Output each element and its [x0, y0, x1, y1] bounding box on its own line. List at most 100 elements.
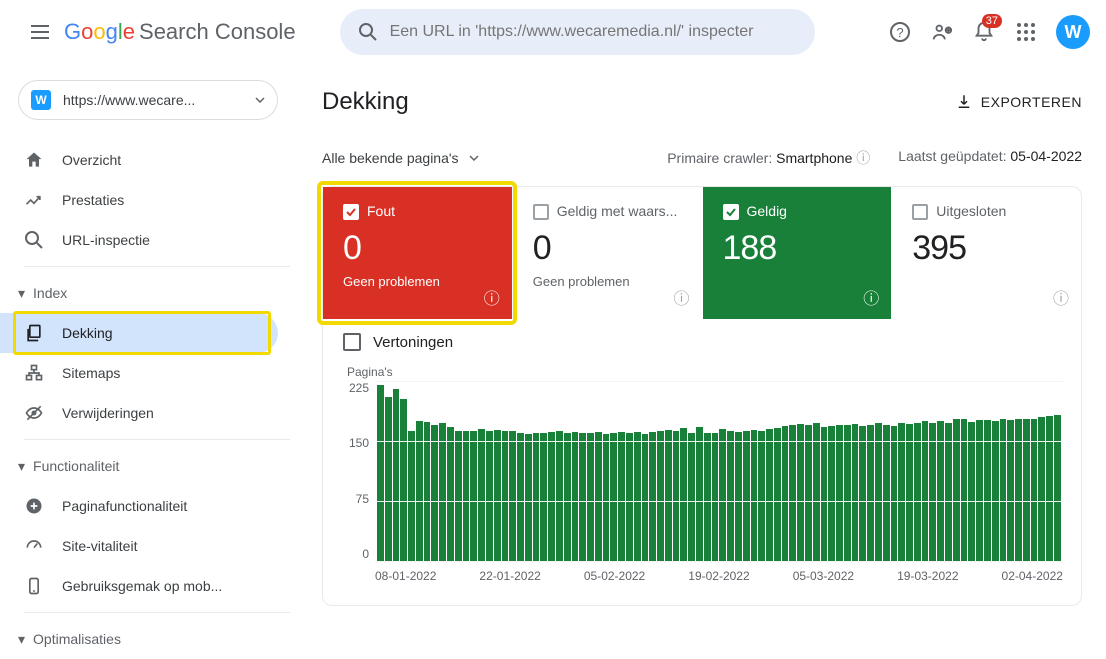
chart-bar[interactable]: [525, 434, 532, 561]
tile-valid-warnings[interactable]: Geldig met waars... 0 Geen problemen ⓘ: [513, 187, 703, 319]
chart-bar[interactable]: [704, 433, 711, 561]
chart-bar[interactable]: [891, 426, 898, 561]
chart-bar[interactable]: [922, 421, 929, 561]
section-optimizations[interactable]: ▾ Optimalisaties: [0, 619, 290, 659]
sidebar-item-page-experience[interactable]: Paginafunctionaliteit: [0, 486, 278, 526]
section-functionality[interactable]: ▾ Functionaliteit: [0, 446, 290, 486]
chart-bar[interactable]: [424, 422, 431, 561]
chart-bar[interactable]: [782, 426, 789, 561]
help-icon[interactable]: ⓘ: [673, 285, 689, 309]
help-icon[interactable]: ⓘ: [1053, 285, 1069, 309]
chart-bar[interactable]: [556, 431, 563, 561]
chart-bar[interactable]: [564, 433, 571, 561]
chart-bar[interactable]: [649, 432, 656, 561]
chart-bar[interactable]: [906, 424, 913, 561]
chart-bar[interactable]: [735, 432, 742, 561]
chart-bar[interactable]: [533, 433, 540, 561]
chart-bar[interactable]: [774, 428, 781, 561]
chart-bar[interactable]: [579, 433, 586, 561]
chart-bar[interactable]: [478, 429, 485, 561]
tile-excluded[interactable]: Uitgesloten 395 ⓘ: [892, 187, 1081, 319]
chart-bar[interactable]: [657, 431, 664, 561]
chart-bar[interactable]: [1038, 417, 1045, 561]
chart-bar[interactable]: [696, 427, 703, 561]
help-icon[interactable]: ⓘ: [863, 285, 879, 309]
users-icon[interactable]: [930, 20, 954, 44]
chart-bar[interactable]: [992, 421, 999, 561]
chart-bar[interactable]: [945, 423, 952, 561]
chart-bar[interactable]: [875, 423, 882, 561]
help-icon[interactable]: ?: [888, 20, 912, 44]
chart-bar[interactable]: [914, 423, 921, 561]
chart-bar[interactable]: [626, 433, 633, 561]
sidebar-item-coverage[interactable]: Dekking: [0, 313, 278, 353]
chart-bar[interactable]: [929, 423, 936, 561]
chart-bar[interactable]: [439, 423, 446, 561]
tile-error[interactable]: Fout 0 Geen problemen ⓘ: [323, 187, 513, 319]
chart-bar[interactable]: [572, 432, 579, 561]
chart-bar[interactable]: [470, 431, 477, 561]
chart-bar[interactable]: [680, 428, 687, 561]
chart-bar[interactable]: [836, 425, 843, 561]
help-icon[interactable]: ⓘ: [856, 150, 870, 166]
chart-bar[interactable]: [610, 433, 617, 561]
chart-bar[interactable]: [416, 421, 423, 561]
chart-bar[interactable]: [867, 425, 874, 561]
chart-bar[interactable]: [937, 421, 944, 561]
chart-bar[interactable]: [385, 397, 392, 561]
property-selector[interactable]: W https://www.wecare...: [18, 80, 278, 120]
chart-bar[interactable]: [377, 385, 384, 561]
chart-bar[interactable]: [400, 399, 407, 561]
chart-bar[interactable]: [883, 425, 890, 561]
chart-bar[interactable]: [712, 433, 719, 561]
sidebar-item-core-vitals[interactable]: Site-vitaliteit: [0, 526, 278, 566]
chart-bar[interactable]: [898, 423, 905, 561]
chart-bar[interactable]: [751, 430, 758, 561]
tile-valid[interactable]: Geldig 188 ⓘ: [703, 187, 893, 319]
chart-bar[interactable]: [548, 432, 555, 561]
section-index[interactable]: ▾ Index: [0, 273, 290, 313]
url-inspect-search[interactable]: [340, 9, 815, 55]
sidebar-item-removals[interactable]: Verwijderingen: [0, 393, 278, 433]
account-avatar[interactable]: W: [1056, 15, 1090, 49]
chart-bar[interactable]: [813, 423, 820, 561]
chart-bar[interactable]: [805, 425, 812, 561]
chart-bar[interactable]: [540, 433, 547, 561]
chart-bar[interactable]: [789, 425, 796, 561]
sidebar-item-sitemaps[interactable]: Sitemaps: [0, 353, 278, 393]
chart-bar[interactable]: [859, 426, 866, 561]
chart-bar[interactable]: [447, 427, 454, 561]
chart-bar[interactable]: [828, 426, 835, 561]
chart-bar[interactable]: [758, 431, 765, 561]
chart-bar[interactable]: [393, 389, 400, 561]
chart-bar[interactable]: [502, 431, 509, 561]
chart-bar[interactable]: [463, 431, 470, 561]
chart-bar[interactable]: [642, 434, 649, 561]
chart-bar[interactable]: [852, 424, 859, 561]
chart-bar[interactable]: [1054, 415, 1061, 561]
sidebar-item-overview[interactable]: Overzicht: [0, 140, 278, 180]
pages-filter[interactable]: Alle bekende pagina's: [322, 150, 479, 166]
chart-bar[interactable]: [688, 433, 695, 561]
impressions-toggle[interactable]: Vertoningen: [323, 319, 1081, 365]
chart-bar[interactable]: [595, 432, 602, 561]
chart-bar[interactable]: [509, 431, 516, 561]
chart-bar[interactable]: [408, 431, 415, 561]
chart-plot[interactable]: [375, 381, 1063, 561]
chart-bar[interactable]: [821, 427, 828, 561]
sidebar-item-mobile-usability[interactable]: Gebruiksgemak op mob...: [0, 566, 278, 606]
chart-bar[interactable]: [665, 430, 672, 561]
chart-bar[interactable]: [517, 433, 524, 561]
export-button[interactable]: EXPORTEREN: [955, 93, 1082, 111]
help-icon[interactable]: ⓘ: [484, 285, 500, 309]
chart-bar[interactable]: [634, 432, 641, 561]
chart-bar[interactable]: [455, 431, 462, 561]
chart-bar[interactable]: [727, 431, 734, 561]
chart-bar[interactable]: [797, 424, 804, 561]
chart-bar[interactable]: [968, 422, 975, 561]
chart-bar[interactable]: [603, 434, 610, 561]
chart-bar[interactable]: [494, 430, 501, 561]
apps-icon[interactable]: [1014, 20, 1038, 44]
sidebar-item-url-inspect[interactable]: URL-inspectie: [0, 220, 278, 260]
search-input[interactable]: [390, 23, 797, 41]
